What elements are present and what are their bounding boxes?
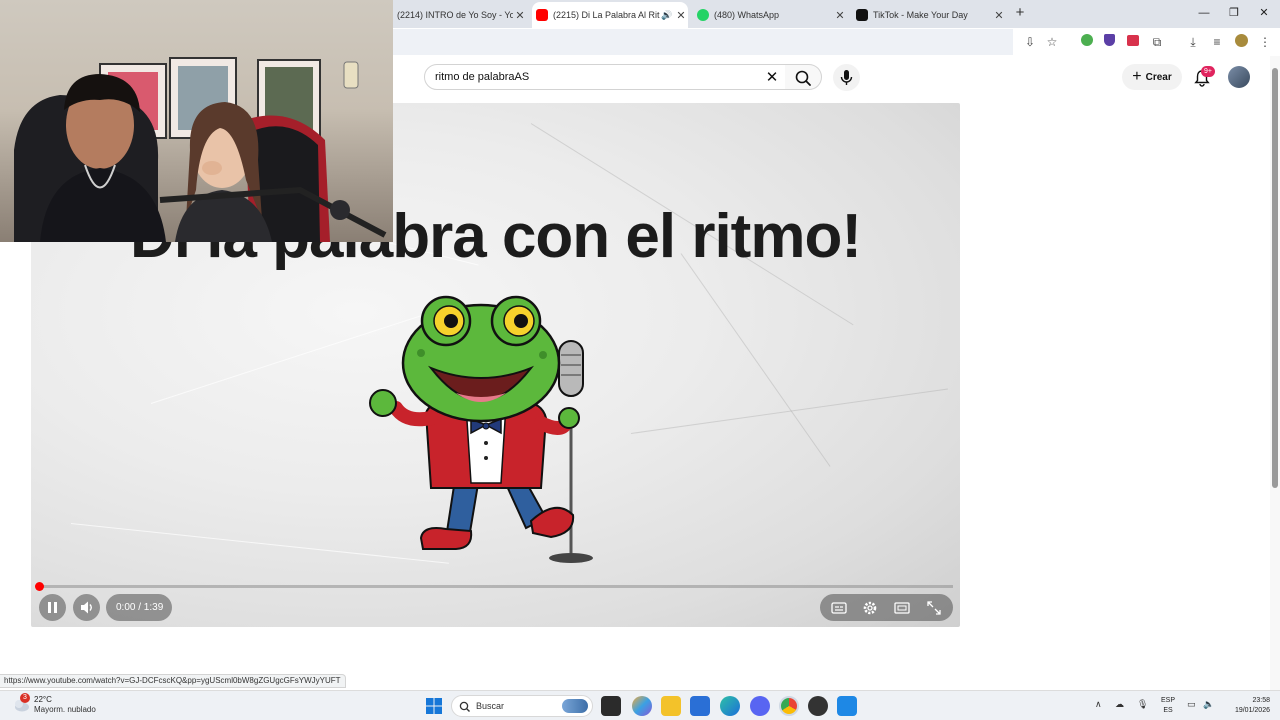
discord-icon[interactable] [750, 696, 770, 716]
create-label: Crear [1145, 71, 1172, 83]
scrollbar-thumb[interactable] [1272, 68, 1278, 488]
tab-title: (480) WhatsApp [714, 10, 780, 20]
extensions-puzzle-icon[interactable]: ⧉ [1149, 34, 1165, 50]
clear-search-icon[interactable]: ✕ [762, 68, 782, 88]
microphone-tray-icon[interactable]: 🎙 [1137, 699, 1148, 710]
search-icon [459, 701, 470, 712]
subtitles-icon[interactable] [830, 599, 848, 617]
address-bar[interactable] [393, 29, 1013, 55]
webcam-overlay [0, 0, 393, 242]
extension-green-icon[interactable] [1079, 34, 1095, 50]
youtube-favicon-icon [536, 9, 548, 21]
file-explorer-icon[interactable] [661, 696, 681, 716]
show-hidden-icons-chevron-icon[interactable]: ∧ [1095, 699, 1102, 710]
webcam-feed-image [14, 57, 387, 242]
speaker-icon[interactable]: 🔊 [660, 10, 674, 21]
weather-temperature[interactable]: 22°C [34, 695, 52, 704]
search-highlight-icon [562, 699, 588, 713]
windows-taskbar: 3 22°C Mayorm. nublado Buscar ∧ ☁ 🎙 ESP … [0, 690, 1280, 720]
tab-title: (2215) Di La Palabra Al Ritmo [553, 10, 660, 20]
system-clock[interactable]: 23:58 19/01/2026 [1222, 696, 1270, 716]
search-input[interactable]: ritmo de palabraAS ✕ [424, 64, 786, 90]
account-avatar[interactable] [1228, 66, 1250, 88]
chrome-icon[interactable] [779, 696, 799, 716]
photos-icon[interactable] [837, 696, 857, 716]
clock-time: 23:58 [1252, 697, 1270, 704]
network-icon[interactable]: ▭ [1187, 699, 1196, 710]
scrubber-handle[interactable] [35, 582, 44, 591]
whatsapp-favicon-icon [697, 9, 709, 21]
voice-search-button[interactable] [833, 64, 860, 91]
tab-di-la-palabra[interactable]: (2215) Di La Palabra Al Ritmo 🔊 ✕ [532, 2, 688, 28]
tab-whatsapp[interactable]: (480) WhatsApp ✕ [693, 4, 847, 26]
bookmark-star-icon[interactable]: ☆ [1044, 34, 1060, 50]
pause-button[interactable] [39, 594, 66, 621]
search-query[interactable]: ritmo de palabraAS [435, 71, 529, 83]
microsoft-store-icon[interactable] [690, 696, 710, 716]
task-view-icon[interactable] [601, 696, 621, 716]
obs-icon[interactable] [808, 696, 828, 716]
language-indicator[interactable]: ESP ES [1157, 696, 1179, 716]
restore-icon[interactable]: ❐ [1227, 6, 1241, 20]
page-scrollbar[interactable] [1270, 56, 1280, 690]
volume-icon [81, 601, 92, 614]
create-button[interactable]: + Crear [1122, 64, 1182, 90]
search-button[interactable] [785, 64, 822, 90]
weather-description[interactable]: Mayorm. nublado [34, 705, 96, 714]
close-tab-icon[interactable]: ✕ [513, 9, 527, 22]
frog-singer-illustration [369, 295, 593, 563]
volume-button[interactable] [73, 594, 100, 621]
close-tab-icon[interactable]: ✕ [674, 9, 688, 22]
browser-menu-icon[interactable]: ⋮ [1257, 34, 1273, 50]
close-tab-icon[interactable]: ✕ [833, 9, 847, 22]
language-bottom: ES [1163, 707, 1173, 714]
weather-alert-badge: 3 [20, 693, 30, 703]
volume-tray-icon[interactable]: 🔈 [1203, 699, 1214, 710]
tab-tiktok[interactable]: TikTok - Make Your Day ✕ [852, 4, 1006, 26]
search-icon [795, 70, 811, 86]
fullscreen-icon[interactable] [925, 599, 943, 617]
pause-icon [48, 602, 57, 613]
install-app-icon[interactable]: ⇩ [1022, 34, 1038, 50]
windows-start-icon[interactable] [424, 696, 444, 716]
extension-red-icon[interactable] [1125, 34, 1141, 50]
new-tab-button[interactable]: + [1012, 5, 1028, 21]
paper-crease [680, 253, 831, 467]
downloads-icon[interactable]: ⤓ [1185, 34, 1201, 50]
edge-icon[interactable] [720, 696, 740, 716]
settings-gear-icon[interactable] [861, 599, 879, 617]
tab-intro-yo-soy[interactable]: (2214) INTRO de Yo Soy - YouTube ✕ [393, 4, 527, 26]
tab-title: (2214) INTRO de Yo Soy - YouTube [397, 10, 513, 20]
time-display: 0:00 / 1:39 [116, 602, 164, 613]
clock-date: 19/01/2026 [1234, 707, 1270, 714]
extension-shield-icon[interactable] [1101, 34, 1117, 50]
notifications-badge: 9+ [1201, 66, 1215, 77]
close-window-icon[interactable]: ✕ [1257, 6, 1271, 20]
paper-crease [630, 388, 948, 434]
microphone-icon [840, 70, 853, 85]
status-url: https://www.youtube.com/watch?v=GJ-DCFcs… [0, 674, 346, 688]
profile-avatar-icon[interactable] [1233, 34, 1249, 50]
onedrive-cloud-icon[interactable]: ☁ [1115, 699, 1124, 710]
plus-icon: + [1132, 68, 1142, 85]
copilot-icon[interactable] [632, 696, 652, 716]
language-top: ESP [1160, 697, 1175, 704]
tiktok-favicon-icon [856, 9, 868, 21]
taskbar-search[interactable]: Buscar [451, 695, 593, 717]
tab-title: TikTok - Make Your Day [873, 10, 968, 20]
media-controls-icon[interactable]: ≡ [1209, 34, 1225, 50]
close-tab-icon[interactable]: ✕ [992, 9, 1006, 22]
screen: (2214) INTRO de Yo Soy - YouTube ✕ (2215… [0, 0, 1280, 720]
video-progress-bar[interactable] [35, 582, 953, 591]
theater-mode-icon[interactable] [893, 599, 911, 617]
taskbar-search-label: Buscar [476, 701, 505, 711]
minimize-icon[interactable]: — [1197, 6, 1211, 20]
